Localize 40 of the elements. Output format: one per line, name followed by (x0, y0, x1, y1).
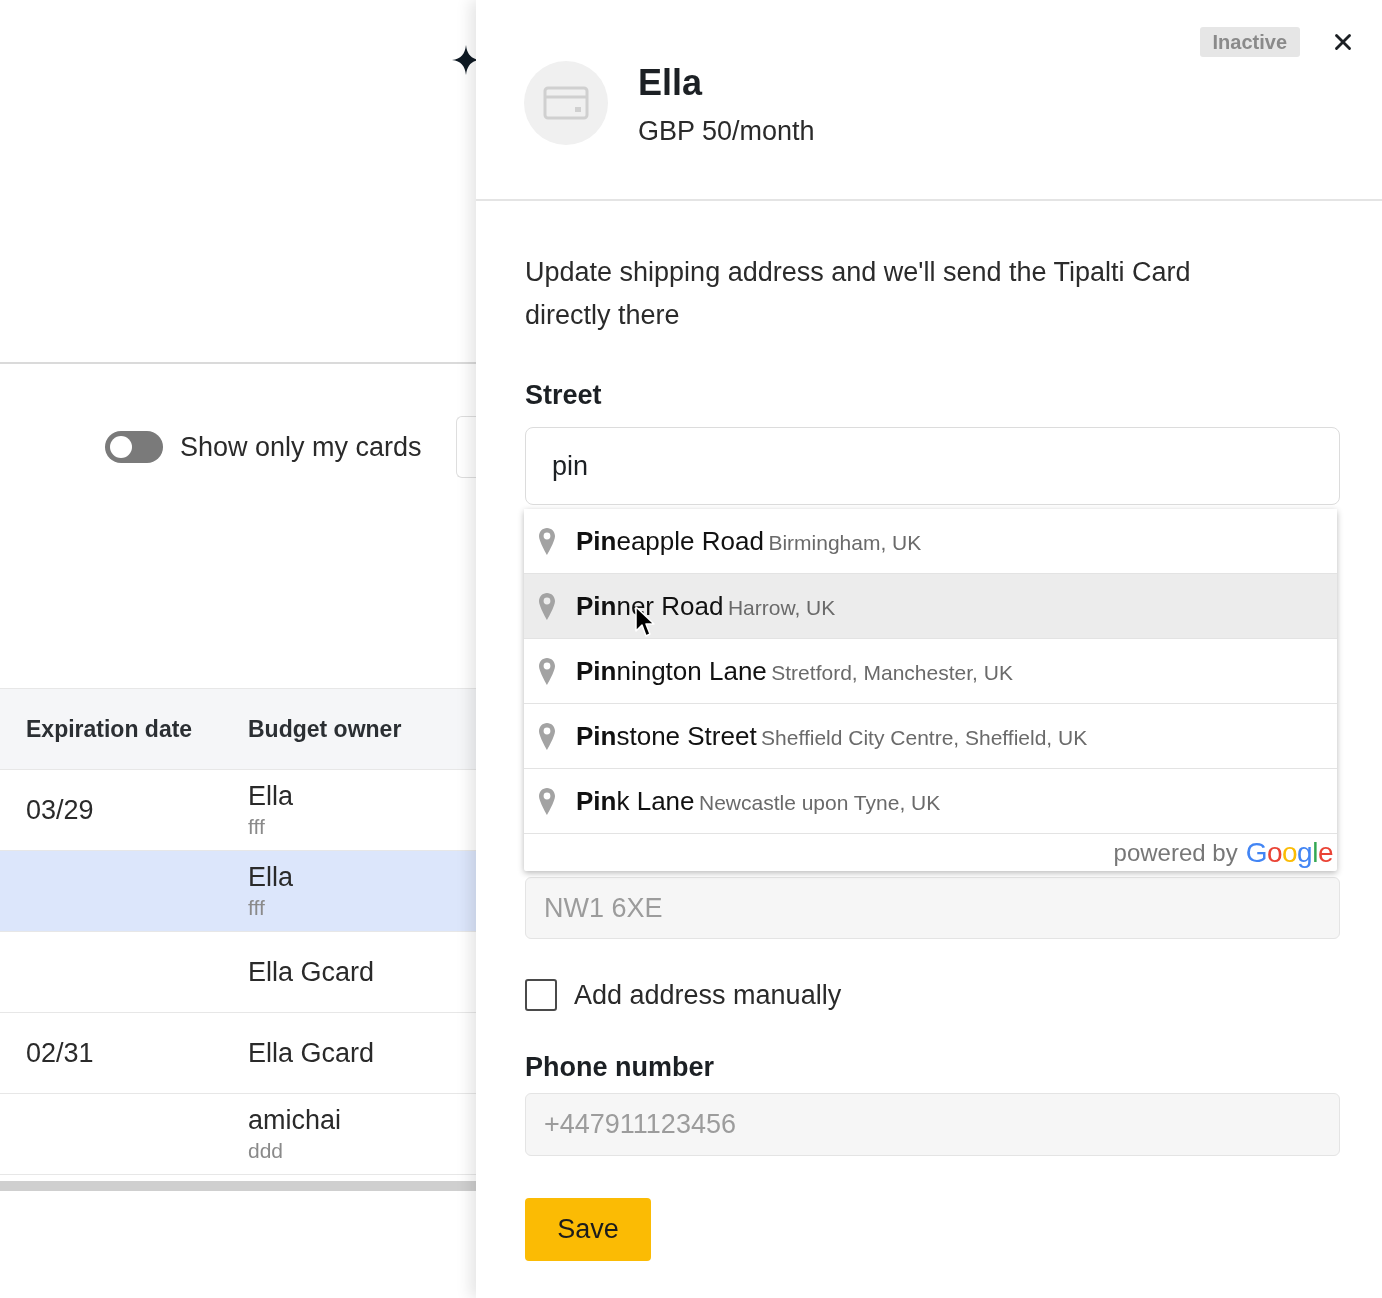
google-logo: Google (1245, 836, 1333, 869)
table-cell: 03/29 (26, 794, 94, 825)
save-button[interactable]: Save (525, 1198, 651, 1261)
pin-icon (539, 527, 555, 555)
pin-icon (539, 657, 555, 685)
street-label: Street (525, 379, 602, 412)
sparkle-icon (452, 45, 476, 75)
suggestion-item[interactable]: Pineapple Road Birmingham, UK (524, 509, 1337, 574)
checkbox-label: Add address manually (574, 979, 842, 1011)
owner-note: fff (248, 895, 266, 921)
toggle-label: Show only my cards (180, 431, 422, 463)
checkbox[interactable] (525, 979, 557, 1011)
owner-name: amichai (248, 1104, 343, 1137)
suggestion-item[interactable]: Pinnington Lane Stretford, Manchester, UK (524, 639, 1337, 704)
pin-icon (539, 592, 555, 620)
powered-by-text: powered by (1113, 838, 1238, 867)
phone-field[interactable]: +447911123456 (525, 1093, 1340, 1156)
horizontal-scrollbar[interactable] (0, 1181, 476, 1191)
drawer-subtitle: GBP 50/month (638, 115, 815, 148)
owner-note: ddd (248, 1138, 285, 1164)
owner-name: Ella Gcard (248, 956, 376, 989)
owner-name: Ella (248, 780, 295, 813)
column-header: Expiration date (26, 715, 194, 743)
owner-note: fff (248, 814, 266, 840)
pin-icon (539, 787, 555, 815)
status-badge: Inactive (1199, 27, 1300, 57)
owner-name: Ella Gcard (248, 1037, 376, 1070)
toggle-switch[interactable] (105, 431, 163, 463)
column-header: Budget owner (248, 715, 403, 743)
suggestion-item[interactable]: Pink Lane Newcastle upon Tyne, UK (524, 769, 1337, 834)
description-text: Update shipping address and we'll send the Tipalti Card directly there (525, 256, 1192, 332)
phone-label: Phone number (525, 1051, 714, 1084)
owner-name: Ella (248, 861, 295, 894)
pin-icon (539, 722, 555, 750)
suggestion-item[interactable]: Pinstone Street Sheffield City Centre, Sheffield, UK (524, 704, 1337, 769)
street-field[interactable]: pin (525, 427, 1340, 505)
drawer-title: Ella (638, 62, 704, 104)
postcode-field[interactable]: NW1 6XE (525, 877, 1340, 939)
table-row[interactable]: Ella fff (0, 851, 476, 932)
table-cell: 02/31 (26, 1037, 94, 1068)
